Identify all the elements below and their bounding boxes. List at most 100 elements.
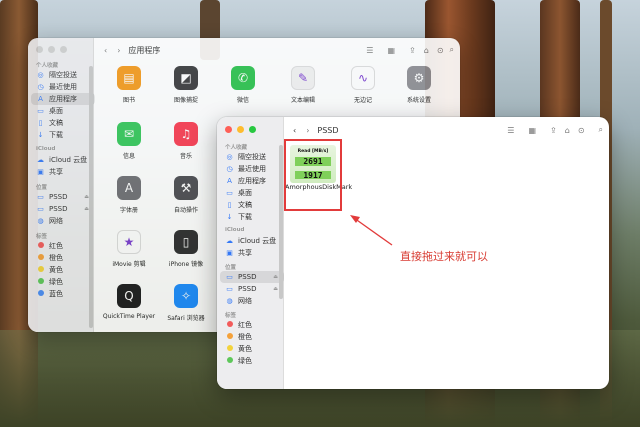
highlight-box xyxy=(284,139,342,211)
sidebar-item[interactable]: ↓ 下载 xyxy=(31,129,95,141)
sidebar-item-label: 红色 xyxy=(238,321,252,329)
sidebar-item[interactable]: A 应用程序 xyxy=(220,175,284,187)
disk-icon: ▭ xyxy=(37,193,44,201)
sidebar-item[interactable]: ▭ PSSD ⏏ xyxy=(31,191,95,203)
app-name: Safari 浏览器 xyxy=(167,315,205,322)
tag-icon[interactable]: ⌂ xyxy=(565,126,570,135)
sidebar-item[interactable]: 橙色 xyxy=(220,331,284,343)
minimize-button[interactable] xyxy=(48,46,55,53)
sidebar-scrollbar[interactable] xyxy=(279,145,283,299)
shared-folder-icon: ▣ xyxy=(226,249,233,257)
tag-icon[interactable]: ⌂ xyxy=(424,46,429,55)
close-button[interactable] xyxy=(225,126,232,133)
app-item[interactable]: ⚒ 自动操作 xyxy=(155,176,217,214)
tag-color-icon xyxy=(36,266,45,274)
tag-color-icon xyxy=(36,278,45,286)
fontbook-icon: A xyxy=(117,176,141,200)
close-button[interactable] xyxy=(36,46,43,53)
sidebar-item[interactable]: ▭ PSSD ⏏ xyxy=(220,283,284,295)
sidebar-item[interactable]: ↓ 下载 xyxy=(220,211,284,223)
app-item[interactable]: ★ iMovie 剪辑 xyxy=(98,230,160,268)
app-item[interactable]: ✆ 微信 xyxy=(212,66,274,104)
app-name: 信息 xyxy=(122,153,135,160)
books-icon: ▤ xyxy=(117,66,141,90)
sidebar-item[interactable]: 绿色 xyxy=(220,355,284,367)
app-item[interactable]: ✉ 信息 xyxy=(98,122,160,160)
back-icon[interactable]: ‹ xyxy=(104,46,107,55)
sidebar-item[interactable]: ◎ 隔空投送 xyxy=(220,151,284,163)
zoom-button[interactable] xyxy=(249,126,256,133)
sidebar-item[interactable]: ◍ 网络 xyxy=(220,295,284,307)
minimize-button[interactable] xyxy=(237,126,244,133)
app-item[interactable]: A 字体册 xyxy=(98,176,160,214)
sidebar-item[interactable]: ▭ PSSD ⏏ xyxy=(220,271,284,283)
share-icon[interactable]: ⇪ xyxy=(550,126,557,135)
sidebar-item-label: 最近使用 xyxy=(49,83,77,91)
sidebar-item[interactable]: 红色 xyxy=(220,319,284,331)
sidebar-item[interactable]: ▭ 桌面 xyxy=(31,105,95,117)
app-name: 音乐 xyxy=(179,153,192,160)
sidebar-item[interactable]: ▭ 桌面 xyxy=(220,187,284,199)
sidebar-item-label: 隔空投送 xyxy=(238,153,266,161)
window-title: 应用程序 xyxy=(128,45,161,55)
sidebar-item-label: 网络 xyxy=(49,217,63,225)
more-icon[interactable]: ⊙ xyxy=(437,46,444,55)
app-name: 自动操作 xyxy=(173,207,198,214)
sidebar-item[interactable]: ☁ iCloud 云盘 xyxy=(220,235,284,247)
sidebar-item[interactable]: 黄色 xyxy=(220,343,284,355)
list-view-icon[interactable]: ☰ xyxy=(366,46,373,55)
textedit-icon: ✎ xyxy=(291,66,315,90)
forward-icon[interactable]: › xyxy=(117,46,120,55)
sidebar-scrollbar[interactable] xyxy=(89,66,93,328)
sidebar-item[interactable]: 黄色 xyxy=(31,264,95,276)
app-item[interactable]: ◩ 图像捕捉 xyxy=(155,66,217,104)
app-item[interactable]: Q QuickTime Player xyxy=(98,284,160,320)
app-item[interactable]: ⚙ 系统设置 xyxy=(388,66,450,104)
sidebar-item[interactable]: A 应用程序 xyxy=(31,93,95,105)
more-icon[interactable]: ⊙ xyxy=(578,126,585,135)
sidebar-item[interactable]: 橙色 xyxy=(31,252,95,264)
sidebar-item[interactable]: ☁ iCloud 云盘 xyxy=(31,154,95,166)
app-item[interactable]: ♫ 音乐 xyxy=(155,122,217,160)
back-icon[interactable]: ‹ xyxy=(293,126,296,135)
app-item[interactable]: ▤ 图书 xyxy=(98,66,160,104)
grid-view-icon[interactable]: ▦ xyxy=(387,46,395,55)
app-item[interactable]: ✎ 文本编辑 xyxy=(272,66,334,104)
search-icon[interactable]: ⌕ xyxy=(450,45,454,55)
sidebar-item[interactable]: ▭ PSSD ⏏ xyxy=(31,203,95,215)
sidebar-item[interactable]: 红色 xyxy=(31,240,95,252)
sidebar-item[interactable]: 绿色 xyxy=(31,276,95,288)
eject-icon[interactable]: ⏏ xyxy=(273,286,278,292)
sidebar-item-label: PSSD xyxy=(238,285,257,293)
disk-icon: ▭ xyxy=(226,273,233,281)
sidebar-item[interactable]: ▯ 文稿 xyxy=(31,117,95,129)
share-icon[interactable]: ⇪ xyxy=(409,46,416,55)
app-item[interactable]: ∿ 无边记 xyxy=(332,66,394,104)
tag-color-icon xyxy=(36,242,45,250)
eject-icon[interactable]: ⏏ xyxy=(273,274,278,280)
sidebar-item[interactable]: ◷ 最近使用 xyxy=(220,163,284,175)
sidebar-item[interactable]: ◷ 最近使用 xyxy=(31,81,95,93)
sidebar-item-label: 红色 xyxy=(49,242,63,250)
app-item[interactable]: ▯ iPhone 镜像 xyxy=(155,230,217,268)
app-name: 微信 xyxy=(236,97,249,104)
app-item[interactable]: ✧ Safari 浏览器 xyxy=(155,284,217,322)
sidebar-item[interactable]: ◎ 隔空投送 xyxy=(31,69,95,81)
sidebar-item-label: 共享 xyxy=(49,168,63,176)
sidebar-item[interactable]: ▣ 共享 xyxy=(31,166,95,178)
sidebar-item-label: 绿色 xyxy=(49,278,63,286)
clock-icon: ◷ xyxy=(37,83,44,91)
grid-view-icon[interactable]: ▦ xyxy=(528,126,536,135)
app-name: 字体册 xyxy=(119,207,138,214)
sidebar-item[interactable]: ◍ 网络 xyxy=(31,215,95,227)
sidebar-item-label: 最近使用 xyxy=(238,165,266,173)
sidebar-item[interactable]: ▯ 文稿 xyxy=(220,199,284,211)
search-icon[interactable]: ⌕ xyxy=(599,125,603,135)
sidebar-item[interactable]: 蓝色 xyxy=(31,288,95,300)
forward-icon[interactable]: › xyxy=(306,126,309,135)
sidebar-item[interactable]: ▣ 共享 xyxy=(220,247,284,259)
window-controls xyxy=(36,46,67,53)
desktop-icon: ▭ xyxy=(226,189,233,197)
list-view-icon[interactable]: ☰ xyxy=(507,126,514,135)
zoom-button[interactable] xyxy=(60,46,67,53)
